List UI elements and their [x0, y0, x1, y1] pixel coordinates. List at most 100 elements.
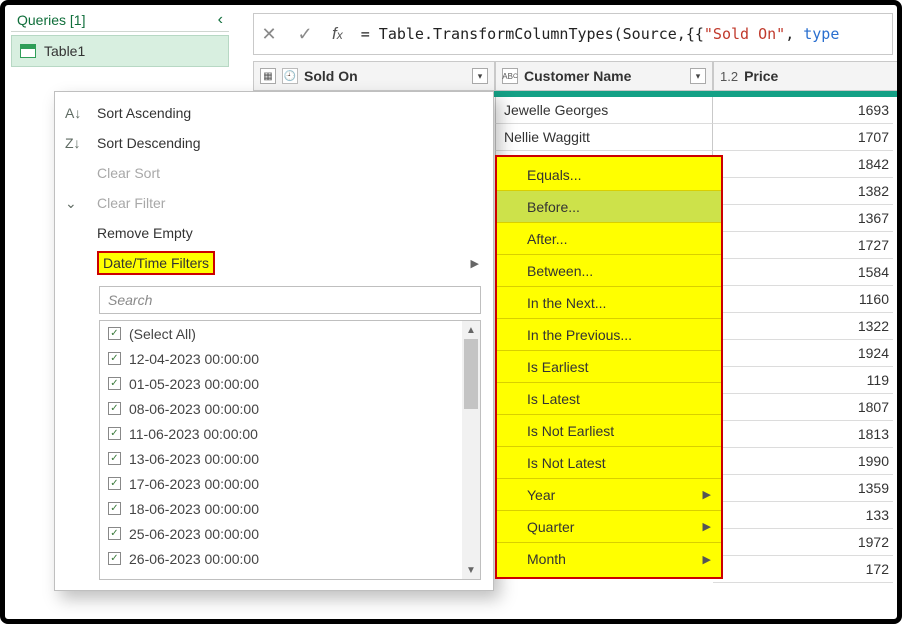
column-title: Customer Name: [524, 68, 684, 84]
cell-price[interactable]: 1707: [713, 124, 893, 151]
checkbox-icon[interactable]: ✓: [108, 377, 121, 390]
datetime-filters-highlight: Date/Time Filters: [97, 251, 215, 275]
menu-remove-empty[interactable]: Remove Empty: [55, 218, 493, 248]
submenu-item[interactable]: Is Not Earliest: [497, 415, 721, 447]
cell-price[interactable]: 1813: [713, 421, 893, 448]
table-icon: [20, 44, 36, 58]
filter-value-item[interactable]: ✓ 08-06-2023 00:00:00: [100, 396, 480, 421]
cell-price[interactable]: 1584: [713, 259, 893, 286]
filter-value-label: 26-06-2023 00:00:00: [129, 551, 259, 567]
chevron-right-icon: ▶: [471, 257, 479, 270]
cell-price[interactable]: 1322: [713, 313, 893, 340]
cell-price[interactable]: 133: [713, 502, 893, 529]
sort-asc-icon: A↓: [65, 105, 85, 121]
submenu-item[interactable]: In the Next...: [497, 287, 721, 319]
checkbox-icon[interactable]: ✓: [108, 327, 121, 340]
filter-value-item[interactable]: ✓11-06-2023 00:00:00: [100, 421, 480, 446]
column-title: Price: [744, 68, 891, 84]
submenu-item[interactable]: Between...: [497, 255, 721, 287]
filter-value-item[interactable]: ✓01-05-2023 00:00:00: [100, 371, 480, 396]
chevron-right-icon: ▶: [703, 520, 711, 533]
submenu-item[interactable]: Equals...: [497, 159, 721, 191]
chevron-right-icon: ▶: [703, 553, 711, 566]
submenu-item[interactable]: In the Previous...: [497, 319, 721, 351]
cell-price[interactable]: 1382: [713, 178, 893, 205]
filter-value-item[interactable]: ✓17-06-2023 00:00:00: [100, 471, 480, 496]
queries-header: Queries [1] ‹: [11, 7, 229, 32]
checkbox-icon[interactable]: ✓: [108, 452, 121, 465]
submenu-item[interactable]: Year▶: [497, 479, 721, 511]
queries-title: Queries [1]: [17, 12, 85, 28]
menu-clear-filter: ⌄ Clear Filter: [55, 188, 493, 218]
filter-value-item[interactable]: ✓12-04-2023 00:00:00: [100, 346, 480, 371]
filter-value-label: 13-06-2023 00:00:00: [129, 451, 259, 467]
formula-text[interactable]: = Table.TransformColumnTypes(Source,{{"S…: [361, 25, 840, 43]
query-item-table1[interactable]: Table1: [11, 35, 229, 67]
datetime-type-icon[interactable]: 🕘: [282, 68, 298, 84]
decimal-type-icon[interactable]: 1.2: [720, 69, 738, 84]
cell-price[interactable]: 1990: [713, 448, 893, 475]
submenu-item[interactable]: After...: [497, 223, 721, 255]
column-title: Sold On: [304, 68, 466, 84]
formula-bar[interactable]: ✕ ✓ fx = Table.TransformColumnTypes(Sour…: [253, 13, 893, 55]
filter-search-input[interactable]: Search: [99, 286, 481, 314]
datetime-filters-submenu: Equals...Before...After...Between...In t…: [495, 155, 723, 579]
filter-value-item[interactable]: ✓ 26-06-2023 00:00:00: [100, 546, 480, 571]
cell-price[interactable]: 1842: [713, 151, 893, 178]
submenu-item[interactable]: Is Earliest: [497, 351, 721, 383]
cell-customer[interactable]: Nellie Waggitt: [495, 124, 713, 151]
commit-icon[interactable]: ✓: [296, 24, 314, 45]
filter-value-label: 08-06-2023 00:00:00: [129, 401, 259, 417]
checkbox-icon[interactable]: ✓: [108, 552, 121, 565]
cell-price[interactable]: 172: [713, 556, 893, 583]
fx-icon: fx: [332, 24, 343, 44]
filter-dropdown-icon[interactable]: ▾: [690, 68, 706, 84]
column-filter-menu: A↓ Sort Ascending Z↓ Sort Descending Cle…: [54, 91, 494, 591]
filter-value-item[interactable]: ✓25-06-2023 00:00:00: [100, 521, 480, 546]
column-header-price[interactable]: 1.2 Price: [713, 61, 897, 91]
column-header-customer-name[interactable]: ABC Customer Name ▾: [495, 61, 713, 91]
filter-value-item[interactable]: ✓ (Select All): [100, 321, 480, 346]
cell-price[interactable]: 1807: [713, 394, 893, 421]
submenu-item[interactable]: Before...: [497, 191, 721, 223]
menu-sort-ascending[interactable]: A↓ Sort Ascending: [55, 98, 493, 128]
scroll-up-icon[interactable]: ▲: [462, 321, 480, 339]
column-header-sold-on[interactable]: ▦ 🕘 Sold On ▾: [253, 61, 495, 91]
cell-price[interactable]: 1727: [713, 232, 893, 259]
scrollbar[interactable]: ▲ ▼: [462, 321, 480, 579]
checkbox-icon[interactable]: ✓: [108, 427, 121, 440]
sort-desc-icon: Z↓: [65, 135, 85, 151]
cell-price[interactable]: 1160: [713, 286, 893, 313]
submenu-item[interactable]: Quarter▶: [497, 511, 721, 543]
cell-price[interactable]: 1972: [713, 529, 893, 556]
query-item-label: Table1: [44, 43, 85, 59]
cancel-icon[interactable]: ✕: [260, 24, 278, 45]
scroll-down-icon[interactable]: ▼: [462, 561, 480, 579]
cell-customer[interactable]: Jewelle Georges: [495, 97, 713, 124]
cell-price[interactable]: 1367: [713, 205, 893, 232]
menu-sort-descending[interactable]: Z↓ Sort Descending: [55, 128, 493, 158]
menu-datetime-filters[interactable]: Date/Time Filters ▶: [55, 248, 493, 278]
filter-value-label: (Select All): [129, 326, 196, 342]
cell-price[interactable]: 119: [713, 367, 893, 394]
cell-price[interactable]: 1359: [713, 475, 893, 502]
submenu-item[interactable]: Month▶: [497, 543, 721, 575]
cell-price[interactable]: 1924: [713, 340, 893, 367]
collapse-icon[interactable]: ‹: [218, 11, 223, 29]
submenu-item[interactable]: Is Latest: [497, 383, 721, 415]
cell-price[interactable]: 1693: [713, 97, 893, 124]
clear-filter-icon: ⌄: [65, 195, 85, 212]
checkbox-icon[interactable]: ✓: [108, 402, 121, 415]
text-type-icon[interactable]: ABC: [502, 68, 518, 84]
checkbox-icon[interactable]: ✓: [108, 527, 121, 540]
filter-value-item[interactable]: ✓18-06-2023 00:00:00: [100, 496, 480, 521]
filter-dropdown-icon[interactable]: ▾: [472, 68, 488, 84]
chevron-right-icon: ▶: [703, 488, 711, 501]
scroll-thumb[interactable]: [464, 339, 478, 409]
filter-values-list[interactable]: ✓ (Select All) ✓12-04-2023 00:00:00✓01-05-…: [99, 320, 481, 580]
checkbox-icon[interactable]: ✓: [108, 502, 121, 515]
checkbox-icon[interactable]: ✓: [108, 477, 121, 490]
filter-value-item[interactable]: ✓ 13-06-2023 00:00:00: [100, 446, 480, 471]
submenu-item[interactable]: Is Not Latest: [497, 447, 721, 479]
checkbox-icon[interactable]: ✓: [108, 352, 121, 365]
